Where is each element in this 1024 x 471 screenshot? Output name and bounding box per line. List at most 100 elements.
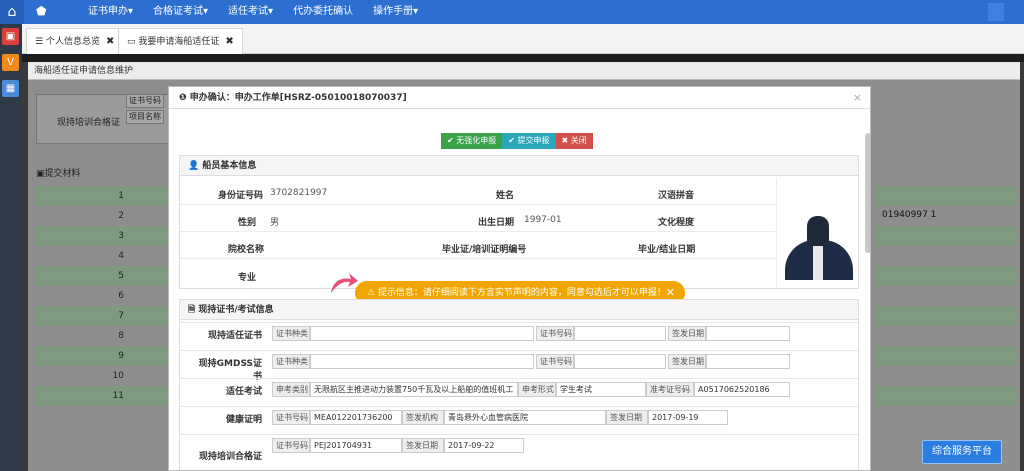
issue-date-field[interactable]: 2017-09-19: [648, 410, 728, 425]
no-strengthen-button[interactable]: ✔ 无强化申报: [441, 133, 503, 149]
issuer-field[interactable]: 青岛悬外心血管病医院: [444, 410, 606, 425]
sidebar-red-icon[interactable]: ▣: [2, 28, 19, 45]
cert-row: 现持培训合格证 证书号码 PEJ201704931 签发日期 2017-09-2…: [180, 434, 858, 470]
table-row: 3: [36, 226, 168, 246]
issue-date-label: 签发日期: [668, 354, 706, 369]
nav-agent-confirm[interactable]: 代办委托确认: [283, 0, 363, 24]
cert-no-label: 毕业证/培训证明编号: [442, 245, 527, 255]
exam-type-label: 申考类别: [272, 382, 310, 397]
issue-date-label: 签发日期: [606, 410, 648, 425]
tab-personal-overview[interactable]: ☰ 个人信息总览 ✖: [26, 28, 124, 54]
sailor-photo: [776, 178, 858, 288]
training-cert-no-label: 证书号码: [272, 438, 310, 453]
action-buttons: ✔ 无强化申报 ✔ 提交申报 ✖ 关闭: [441, 133, 593, 149]
alert-text: ⚠ 提示信息：请仔细阅读下方言实节声明的内容，同意勾选后才可以申报！: [367, 288, 666, 298]
table-row: 8: [36, 326, 168, 346]
home-icon[interactable]: ⌂: [0, 0, 24, 24]
row-label: 现持适任证书: [207, 331, 262, 341]
issue-date-label: 签发日期: [668, 326, 706, 341]
main-nav: 证书申办▾ 合格证考试▾ 适任考试▾ 代办委托确认 操作手册▾: [78, 0, 428, 24]
user-menu-button[interactable]: [988, 3, 1004, 21]
birth-label: 出生日期: [478, 218, 515, 228]
divider: [180, 204, 775, 205]
health-cert-no-field[interactable]: MEA012201736200: [310, 410, 402, 425]
table-row: 9: [36, 346, 168, 366]
modal-title: ❶ 申办确认：申办工作单[HSRZ-05010018070037]: [169, 87, 870, 109]
cert-row: 现持适任证书 证书种类 证书号码 签发日期: [180, 322, 858, 344]
scrollbar[interactable]: [865, 133, 870, 253]
issuer-label: 签发机构: [402, 410, 444, 425]
cert-row: 现持GMDSS证书 证书种类 证书号码 签发日期: [180, 350, 858, 382]
divider: [180, 258, 775, 259]
table-row: 4: [36, 246, 168, 266]
cert-no-label: 证书号码: [536, 354, 574, 369]
tab-bar: ☰ 个人信息总览 ✖ ▭ 我要申请海船适任证 ✖: [22, 24, 1024, 54]
bg-right-text: 01940997 1: [882, 210, 937, 220]
cert-type-label: 证书种类: [272, 354, 310, 369]
row-label: 现持培训合格证: [198, 452, 262, 462]
grad-date-label: 毕业/结业日期: [638, 245, 696, 255]
id-label: 身份证号码: [218, 191, 264, 201]
exam-type-field[interactable]: 无限航区主推进动力装置750千瓦及以上船舶的值班机工: [310, 382, 518, 397]
table-row: 1: [36, 186, 168, 206]
school-label: 院校名称: [228, 245, 265, 255]
section-title: 👤 船员基本信息: [180, 156, 858, 176]
id-value: 3702821997: [270, 188, 328, 198]
gender-value: 男: [270, 218, 280, 228]
issue-date-label: 签发日期: [402, 438, 444, 453]
left-sidebar: ▣ V ▦: [0, 24, 22, 471]
exam-form-field[interactable]: 学生考试: [556, 382, 646, 397]
education-label: 文化程度: [658, 218, 695, 228]
modal-body: ✔ 无强化申报 ✔ 提交申报 ✖ 关闭 👤 船员基本信息 身份证号码 37028…: [169, 109, 870, 470]
close-button[interactable]: ✖ 关闭: [555, 133, 593, 149]
bg-sub-label: 证书号码: [126, 94, 164, 108]
row-label: 适任考试: [225, 387, 262, 397]
cert-type-label: 证书种类: [272, 326, 310, 341]
ticket-no-field[interactable]: A0517062520186: [694, 382, 790, 397]
issue-date-field[interactable]: [706, 354, 790, 369]
bg-right-cell: [876, 186, 1018, 206]
list-icon: ☰: [35, 37, 46, 47]
cert-no-field[interactable]: [574, 354, 666, 369]
sidebar-v-icon[interactable]: V: [2, 54, 19, 71]
nav-manual[interactable]: 操作手册▾: [363, 0, 428, 24]
table-row: 6: [36, 286, 168, 306]
bg-right-cell: [876, 266, 1018, 286]
service-platform-button[interactable]: 综合服务平台: [922, 440, 1002, 464]
bg-right-cell: [876, 346, 1018, 366]
cert-row: 健康证明 证书号码 MEA012201736200 签发机构 青岛悬外心血管病医…: [180, 406, 858, 428]
nav-cert-apply[interactable]: 证书申办▾: [78, 0, 143, 24]
issue-date-field[interactable]: 2017-09-22: [444, 438, 524, 453]
table-row: 5: [36, 266, 168, 286]
nav-competency-exam[interactable]: 适任考试▾: [218, 0, 283, 24]
app-logo-icon: ⬟: [36, 4, 47, 18]
major-label: 专业: [238, 273, 257, 283]
section-title: 🗎 现持证书/考试信息: [180, 300, 858, 320]
name-label: 姓名: [496, 191, 515, 201]
cert-row: 适任考试 申考类别 无限航区主推进动力装置750千瓦及以上船舶的值班机工 申考形…: [180, 378, 858, 400]
cert-type-field[interactable]: [310, 326, 534, 341]
nav-qualification-exam[interactable]: 合格证考试▾: [143, 0, 218, 24]
card-icon: ▭: [127, 37, 139, 47]
tab-apply-cert[interactable]: ▭ 我要申请海船适任证 ✖: [118, 28, 243, 54]
close-icon[interactable]: ×: [853, 91, 862, 104]
cert-info-section: 🗎 现持证书/考试信息 现持适任证书 证书种类 证书号码 签发日期 现持GMDS…: [179, 299, 859, 470]
cert-no-label: 证书号码: [536, 326, 574, 341]
sidebar-grid-icon[interactable]: ▦: [2, 80, 19, 97]
bg-right-cell: [876, 306, 1018, 326]
divider: [22, 54, 1024, 62]
pinyin-label: 汉语拼音: [658, 191, 695, 201]
panel-title: 海船适任证申请信息维护: [28, 62, 1020, 80]
row-label: 健康证明: [225, 415, 262, 425]
bg-right-cell: [876, 386, 1018, 406]
cert-type-field[interactable]: [310, 354, 534, 369]
issue-date-field[interactable]: [706, 326, 790, 341]
close-tab-icon[interactable]: ✖: [106, 36, 114, 47]
bg-right-cell: [876, 226, 1018, 246]
table-row: 11: [36, 386, 168, 406]
cert-no-field[interactable]: [574, 326, 666, 341]
table-row: 2: [36, 206, 168, 226]
close-tab-icon[interactable]: ✖: [225, 36, 233, 47]
training-cert-no-field[interactable]: PEJ201704931: [310, 438, 402, 453]
submit-button[interactable]: ✔ 提交申报: [502, 133, 556, 149]
